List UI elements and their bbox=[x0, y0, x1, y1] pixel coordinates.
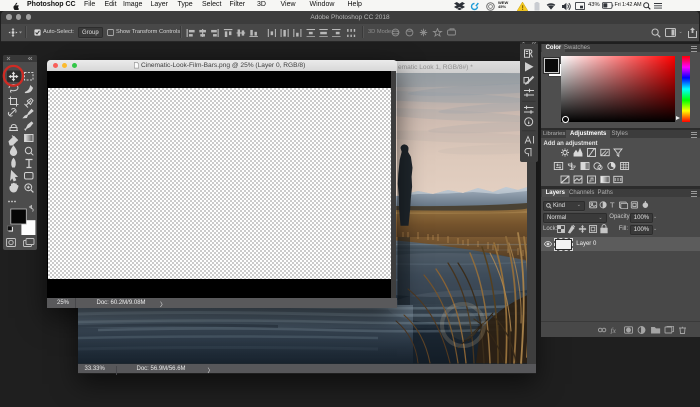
svg-text:T: T bbox=[610, 201, 615, 209]
svg-text:fx: fx bbox=[611, 326, 617, 334]
